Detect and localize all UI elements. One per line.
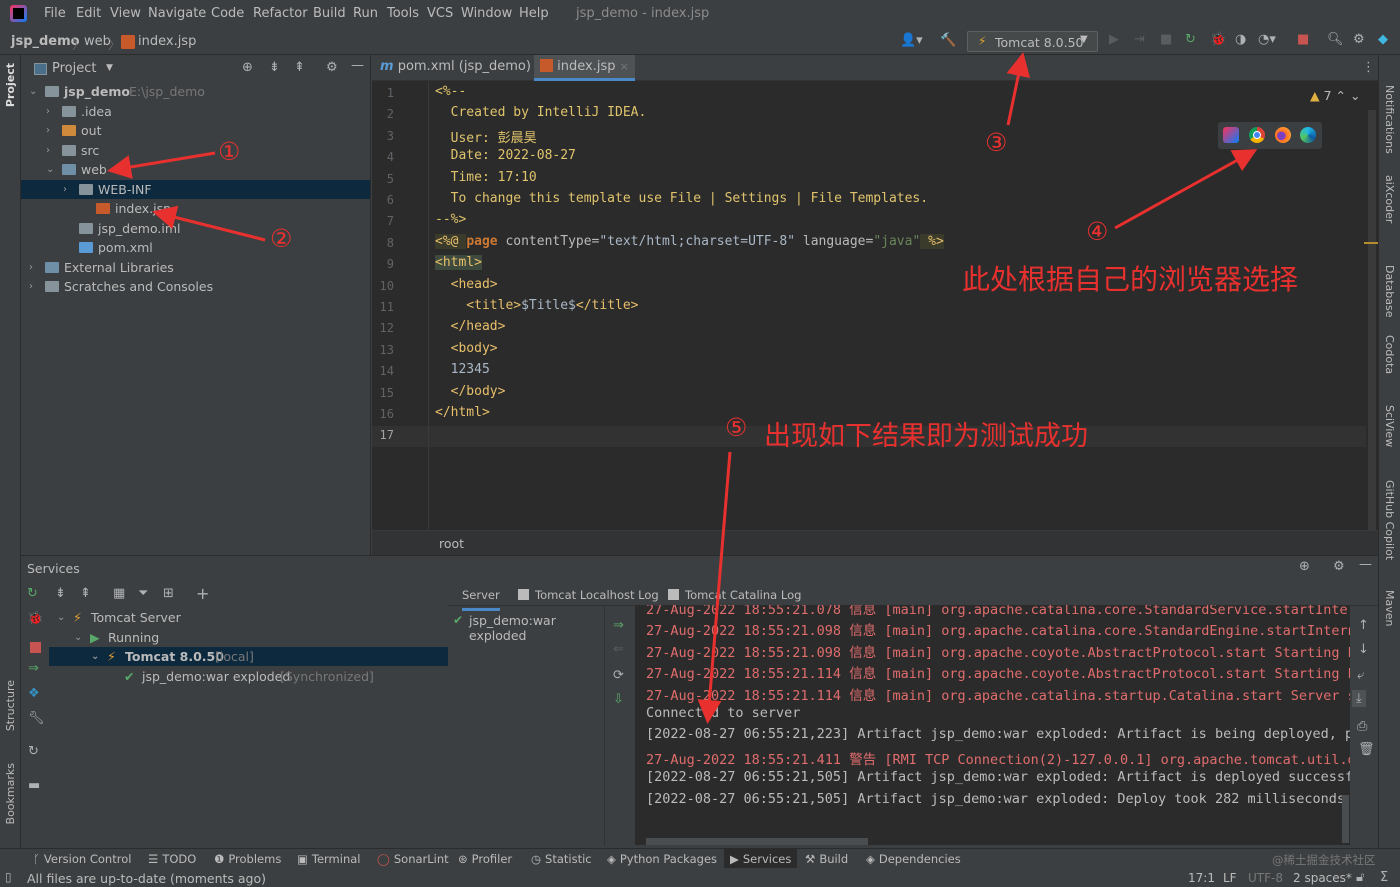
annotation-marker-3: ③ xyxy=(985,128,1008,157)
annotation-marker-1: ① xyxy=(218,137,241,166)
annotation-marker-2: ② xyxy=(270,224,293,253)
annotation-note-4: 此处根据自己的浏览器选择 xyxy=(962,263,1299,296)
arrow-5 xyxy=(697,451,732,724)
annotation-note-5: 出现如下结果即为测试成功 xyxy=(764,421,1088,452)
arrow-3 xyxy=(1006,52,1031,126)
annotation-marker-5: ⑤ xyxy=(725,413,748,442)
arrow-4 xyxy=(1114,149,1258,230)
arrow-2 xyxy=(152,205,266,242)
annotation-arrows xyxy=(107,52,1258,724)
arrow-1 xyxy=(107,151,216,179)
annotation-marker-4: ④ xyxy=(1086,217,1109,246)
